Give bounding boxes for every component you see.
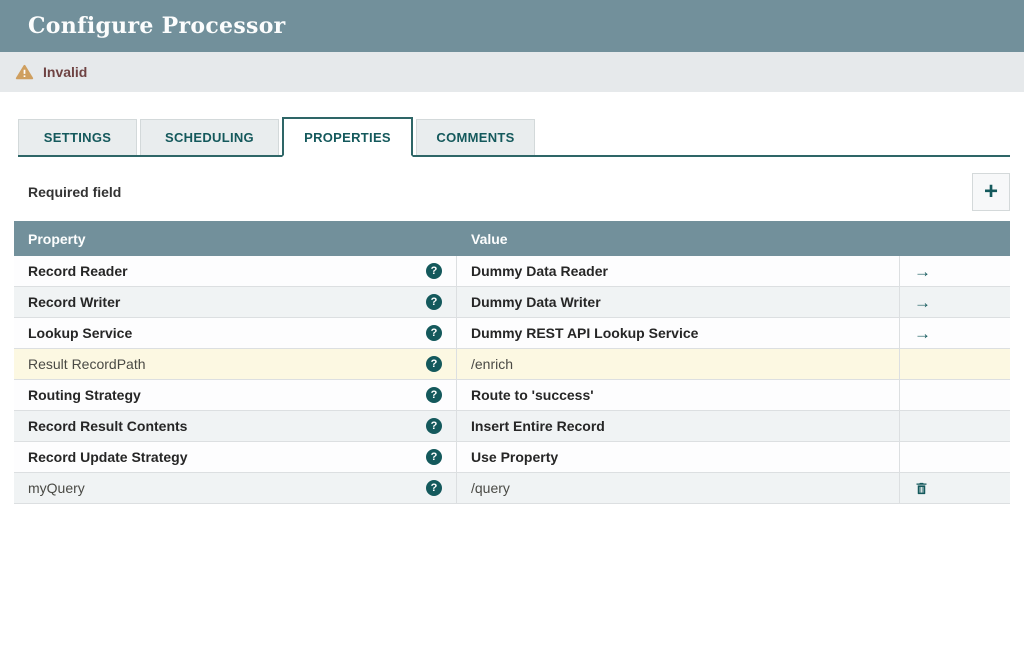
validation-status-bar: Invalid bbox=[0, 52, 1024, 92]
properties-table: Property Value Record Reader ? Dummy Dat… bbox=[14, 221, 1010, 504]
property-name: Record Reader bbox=[28, 263, 128, 279]
property-value: Route to 'success' bbox=[471, 387, 594, 403]
property-table-body: Record Reader ? Dummy Data Reader → Reco… bbox=[14, 256, 1010, 504]
tab-scheduling[interactable]: SCHEDULING bbox=[140, 119, 279, 155]
property-value-cell[interactable]: Dummy Data Writer bbox=[457, 287, 900, 317]
help-icon[interactable]: ? bbox=[426, 294, 442, 310]
action-cell: → bbox=[900, 318, 1010, 348]
action-cell: → bbox=[900, 256, 1010, 286]
property-value: Dummy REST API Lookup Service bbox=[471, 325, 698, 341]
tab-properties[interactable]: PROPERTIES bbox=[282, 117, 413, 157]
property-name-cell: Lookup Service ? bbox=[14, 318, 457, 348]
property-value: /query bbox=[471, 480, 510, 496]
property-name: Result RecordPath bbox=[28, 356, 146, 372]
add-property-button[interactable]: + bbox=[972, 173, 1010, 211]
dialog-header: Configure Processor bbox=[0, 0, 1024, 52]
property-name-cell: Result RecordPath ? bbox=[14, 349, 457, 379]
property-value-cell[interactable]: /query bbox=[457, 473, 900, 503]
table-row: Record Reader ? Dummy Data Reader → bbox=[14, 256, 1010, 287]
go-to-service-icon[interactable]: → bbox=[914, 325, 931, 342]
table-row: Lookup Service ? Dummy REST API Lookup S… bbox=[14, 318, 1010, 349]
property-name: Record Writer bbox=[28, 294, 120, 310]
plus-icon: + bbox=[984, 180, 998, 204]
property-value: /enrich bbox=[471, 356, 513, 372]
property-value: Use Property bbox=[471, 449, 558, 465]
property-name-cell: Record Writer ? bbox=[14, 287, 457, 317]
property-value-cell[interactable]: Dummy REST API Lookup Service bbox=[457, 318, 900, 348]
help-icon[interactable]: ? bbox=[426, 418, 442, 434]
property-value-cell[interactable]: Route to 'success' bbox=[457, 380, 900, 410]
action-cell: → bbox=[900, 380, 1010, 410]
property-value-cell[interactable]: Insert Entire Record bbox=[457, 411, 900, 441]
help-icon[interactable]: ? bbox=[426, 356, 442, 372]
property-value-cell[interactable]: /enrich bbox=[457, 349, 900, 379]
table-row: Record Result Contents ? Insert Entire R… bbox=[14, 411, 1010, 442]
warning-triangle-icon bbox=[15, 63, 34, 82]
action-cell: → bbox=[900, 442, 1010, 472]
help-icon[interactable]: ? bbox=[426, 480, 442, 496]
go-to-service-icon[interactable]: → bbox=[914, 294, 931, 311]
property-value-cell[interactable]: Dummy Data Reader bbox=[457, 256, 900, 286]
table-row: Record Writer ? Dummy Data Writer → bbox=[14, 287, 1010, 318]
property-name: myQuery bbox=[28, 480, 85, 496]
property-name-cell: Routing Strategy ? bbox=[14, 380, 457, 410]
action-cell: → bbox=[900, 411, 1010, 441]
table-row: Result RecordPath ? /enrich → bbox=[14, 349, 1010, 380]
property-value: Dummy Data Reader bbox=[471, 263, 608, 279]
table-row: myQuery ? /query → bbox=[14, 473, 1010, 504]
property-name-cell: myQuery ? bbox=[14, 473, 457, 503]
property-name: Routing Strategy bbox=[28, 387, 141, 403]
table-row: Routing Strategy ? Route to 'success' → bbox=[14, 380, 1010, 411]
action-cell: → bbox=[900, 473, 1010, 503]
action-cell: → bbox=[900, 349, 1010, 379]
property-name: Lookup Service bbox=[28, 325, 132, 341]
help-icon[interactable]: ? bbox=[426, 449, 442, 465]
property-name: Record Result Contents bbox=[28, 418, 187, 434]
help-icon[interactable]: ? bbox=[426, 263, 442, 279]
tab-settings[interactable]: SETTINGS bbox=[18, 119, 137, 155]
required-field-label: Required field bbox=[14, 184, 121, 200]
property-name: Record Update Strategy bbox=[28, 449, 187, 465]
column-header-value: Value bbox=[457, 231, 900, 247]
delete-property-icon[interactable] bbox=[914, 481, 929, 496]
property-name-cell: Record Result Contents ? bbox=[14, 411, 457, 441]
property-value: Insert Entire Record bbox=[471, 418, 605, 434]
action-cell: → bbox=[900, 287, 1010, 317]
go-to-service-icon[interactable]: → bbox=[914, 263, 931, 280]
help-icon[interactable]: ? bbox=[426, 387, 442, 403]
property-value-cell[interactable]: Use Property bbox=[457, 442, 900, 472]
tab-bar: SETTINGS SCHEDULING PROPERTIES COMMENTS bbox=[18, 117, 1010, 157]
properties-table-header: Property Value bbox=[14, 221, 1010, 256]
tab-comments[interactable]: COMMENTS bbox=[416, 119, 535, 155]
property-name-cell: Record Reader ? bbox=[14, 256, 457, 286]
property-value: Dummy Data Writer bbox=[471, 294, 601, 310]
property-name-cell: Record Update Strategy ? bbox=[14, 442, 457, 472]
validation-status-label: Invalid bbox=[43, 64, 87, 80]
help-icon[interactable]: ? bbox=[426, 325, 442, 341]
column-header-property: Property bbox=[14, 231, 457, 247]
properties-toolbar: Required field + bbox=[14, 173, 1010, 211]
dialog-title: Configure Processor bbox=[28, 13, 286, 39]
table-row: Record Update Strategy ? Use Property → bbox=[14, 442, 1010, 473]
